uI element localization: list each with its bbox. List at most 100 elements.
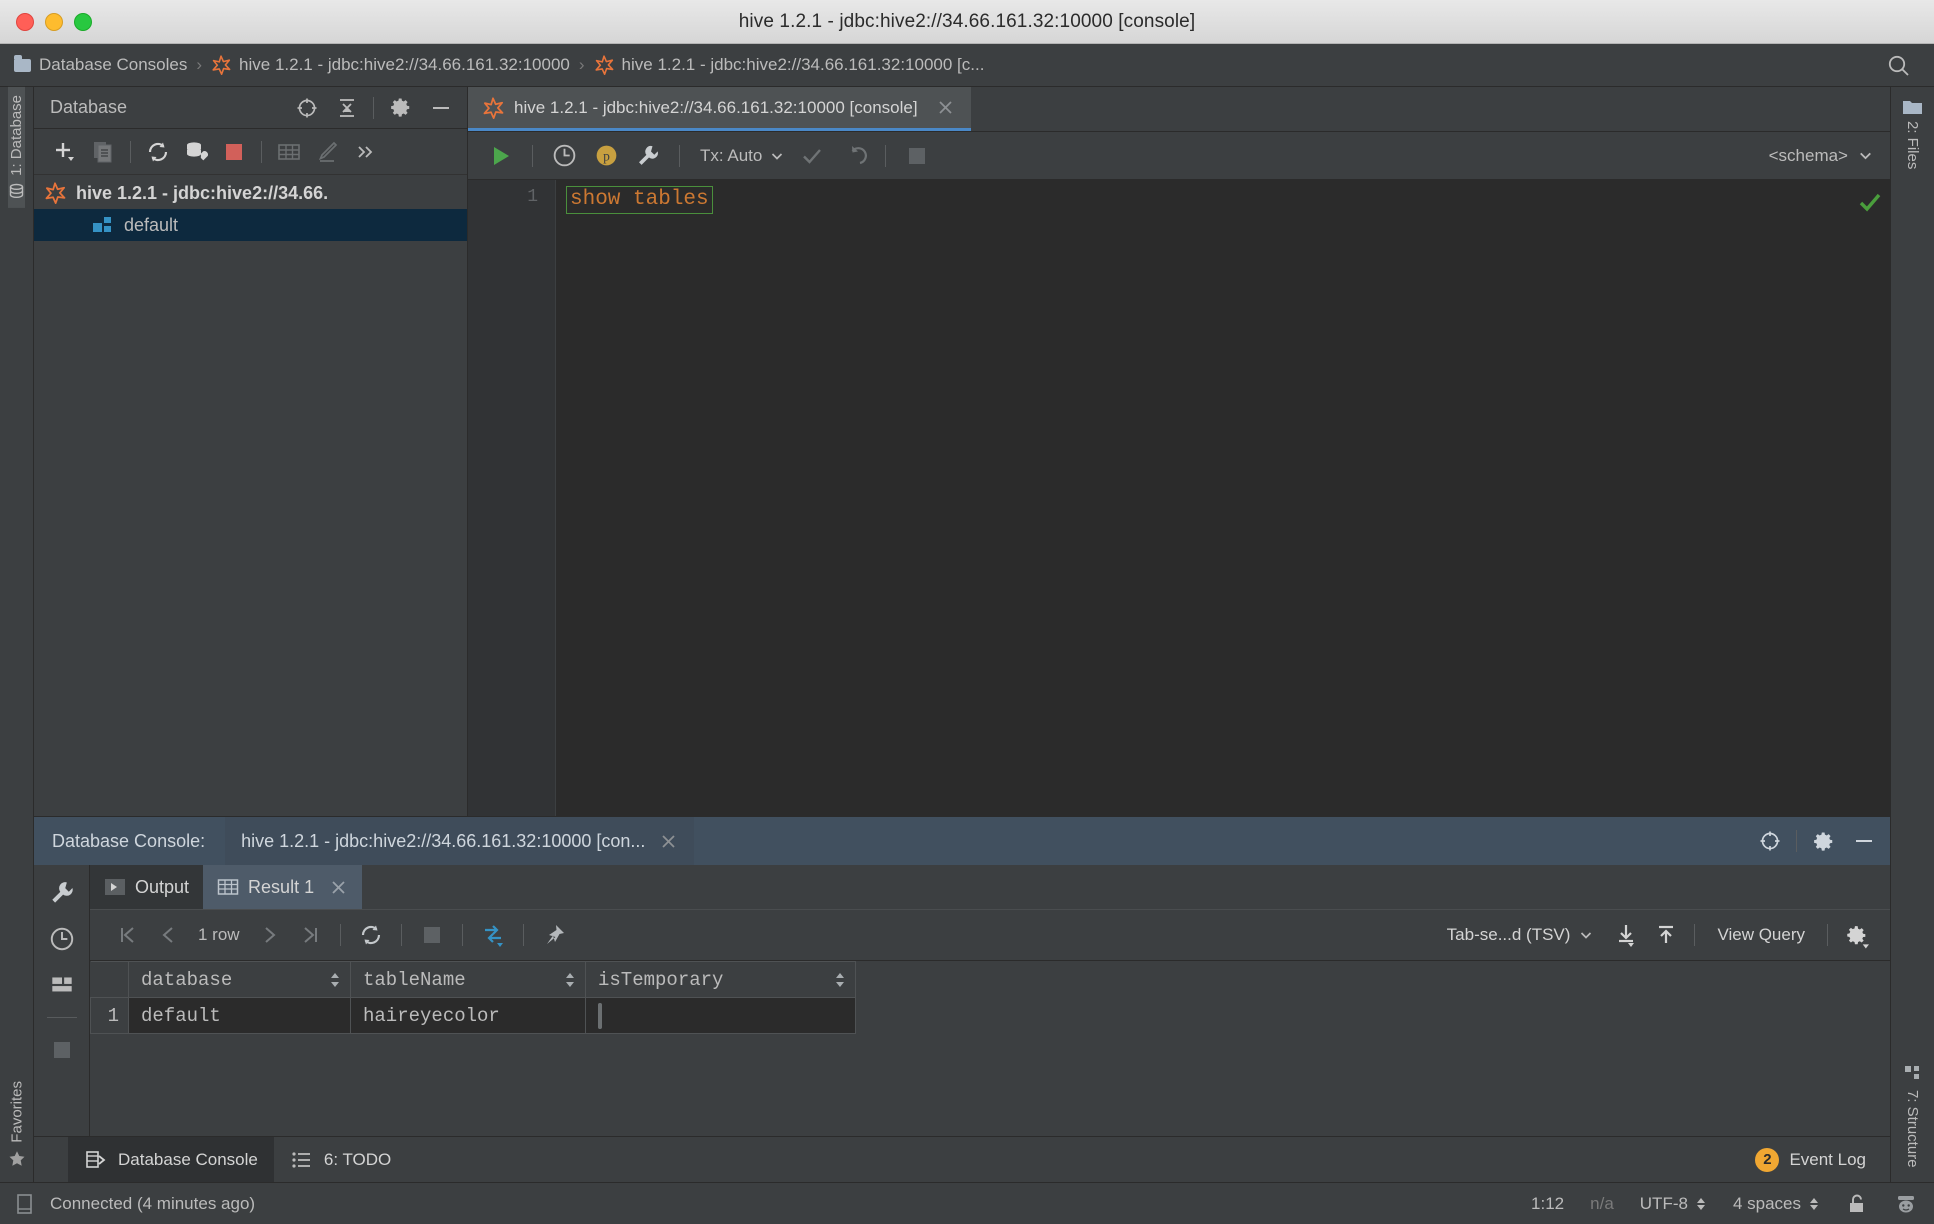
result-grid[interactable]: database tableName isTemporary 1 default… [90, 961, 1890, 1136]
console-side-toolbar [34, 865, 90, 1136]
memory-icon[interactable] [14, 1192, 36, 1216]
stop-icon [43, 1032, 81, 1068]
search-icon[interactable] [1886, 53, 1912, 79]
wrench-icon[interactable] [43, 875, 81, 911]
breadcrumb-item-connection[interactable]: hive 1.2.1 - jdbc:hive2://34.66.161.32:1… [211, 55, 570, 75]
close-icon[interactable] [329, 878, 348, 897]
sidebar-item-favorites[interactable]: Favorites [8, 1073, 26, 1176]
breadcrumb-separator: › [578, 55, 585, 74]
breadcrumb-item-database-consoles[interactable]: Database Consoles [14, 54, 187, 75]
tab-result-1[interactable]: Result 1 [203, 865, 363, 909]
tree-node-label: default [124, 214, 179, 235]
database-tree[interactable]: hive 1.2.1 - jdbc:hive2://34.66. default [34, 175, 467, 816]
sidebar-item-database[interactable]: 1: Database [8, 87, 25, 208]
cell-istemporary[interactable] [585, 997, 856, 1034]
history-icon[interactable] [543, 138, 585, 174]
gear-icon[interactable] [1836, 917, 1876, 953]
pin-icon[interactable] [534, 917, 574, 953]
hide-panel-icon[interactable] [429, 96, 453, 120]
locate-icon[interactable] [295, 96, 319, 120]
tool-button-todo[interactable]: 6: TODO [274, 1137, 407, 1183]
column-header-tablename[interactable]: tableName [350, 961, 586, 998]
line-separator[interactable]: n/a [1590, 1194, 1614, 1214]
history-icon[interactable] [43, 921, 81, 957]
refresh-icon[interactable] [139, 134, 177, 170]
settings-wrench-icon[interactable] [627, 138, 669, 174]
sidebar-item-label: 1: Database [8, 95, 25, 176]
encoding-selector[interactable]: UTF-8 [1640, 1194, 1707, 1214]
sidebar-item-files[interactable]: 2: Files [1903, 91, 1922, 177]
view-query-button[interactable]: View Query [1703, 925, 1819, 945]
schema-icon [93, 217, 111, 232]
stop-icon[interactable] [215, 134, 253, 170]
refresh-icon[interactable] [351, 917, 391, 953]
tool-button-label: Database Console [118, 1149, 258, 1169]
cell-tablename[interactable]: haireyecolor [350, 997, 586, 1034]
rollback-icon [833, 138, 875, 174]
unlocked-icon[interactable] [1846, 1192, 1868, 1216]
tool-button-database-console[interactable]: Database Console [68, 1136, 274, 1183]
tab-output[interactable]: Output [90, 865, 204, 909]
tree-node-default-schema[interactable]: default [34, 209, 467, 241]
console-panel-header: Database Console: hive 1.2.1 - jdbc:hive… [34, 817, 1890, 865]
datagrip-star-icon [212, 55, 231, 75]
gear-icon[interactable] [1811, 829, 1836, 854]
locate-icon[interactable] [1758, 829, 1782, 853]
divider [339, 924, 341, 946]
layout-icon[interactable] [43, 967, 81, 1003]
sql-statement[interactable]: show tables [566, 186, 713, 215]
line-number-gutter: 1 [468, 180, 556, 816]
schema-selector[interactable]: <schema> [1769, 146, 1874, 166]
collapse-all-icon[interactable] [335, 96, 359, 120]
close-icon[interactable] [936, 98, 955, 117]
run-icon[interactable] [480, 138, 522, 174]
caret-position[interactable]: 1:12 [1531, 1194, 1564, 1214]
more-icon[interactable] [346, 134, 384, 170]
value-navigation-icon[interactable] [473, 917, 513, 953]
console-header-tab[interactable]: hive 1.2.1 - jdbc:hive2://34.66.161.32:1… [225, 817, 695, 865]
editor-tab-label: hive 1.2.1 - jdbc:hive2://34.66.161.32:1… [514, 97, 918, 117]
export-format-dropdown[interactable]: Tab-se...d (TSV) [1447, 925, 1595, 945]
event-log-button[interactable]: 2 Event Log [1739, 1137, 1890, 1183]
table-editor-icon [270, 134, 308, 170]
checkbox-icon[interactable] [598, 1002, 602, 1029]
sort-icon[interactable] [834, 970, 846, 990]
column-header-istemporary[interactable]: isTemporary [585, 961, 856, 998]
hide-panel-icon[interactable] [1852, 829, 1876, 853]
tx-mode-dropdown[interactable]: Tx: Auto [700, 146, 785, 166]
tree-node-label: hive 1.2.1 - jdbc:hive2://34.66. [76, 182, 329, 203]
inspector-icon[interactable] [1894, 1192, 1918, 1216]
divider [400, 924, 402, 946]
table-row[interactable]: 1 default haireyecolor [90, 997, 856, 1034]
breadcrumb: Database Consoles › hive 1.2.1 - jdbc:hi… [0, 44, 1934, 87]
breadcrumb-item-console[interactable]: hive 1.2.1 - jdbc:hive2://34.66.161.32:1… [594, 55, 984, 75]
folder-icon [1903, 101, 1922, 114]
center-column: Database hive 1.2.1 - jdbc:hive2://34.66… [34, 87, 1890, 1183]
sort-icon[interactable] [329, 970, 341, 990]
add-icon[interactable] [46, 134, 84, 170]
sort-icon[interactable] [564, 970, 576, 990]
structure-icon [1904, 1066, 1919, 1080]
sidebar-item-label: Favorites [8, 1081, 25, 1143]
tree-node-connection[interactable]: hive 1.2.1 - jdbc:hive2://34.66. [34, 177, 467, 209]
import-icon[interactable] [1646, 917, 1686, 953]
updown-icon [1696, 1197, 1705, 1210]
connection-status: Connected (4 minutes ago) [50, 1193, 256, 1213]
tab-label: Result 1 [248, 876, 315, 897]
marker-gutter[interactable] [1852, 180, 1890, 816]
db-tools-icon[interactable] [177, 134, 215, 170]
divider [130, 140, 131, 163]
indent-selector[interactable]: 4 spaces [1733, 1194, 1820, 1214]
table-header-row: database tableName isTemporary [90, 961, 856, 998]
code-area[interactable]: show tables [556, 180, 1852, 816]
column-header-database[interactable]: database [128, 961, 351, 998]
gear-icon[interactable] [388, 95, 413, 120]
close-icon[interactable] [659, 832, 678, 851]
editor-tab-console[interactable]: hive 1.2.1 - jdbc:hive2://34.66.161.32:1… [468, 87, 971, 131]
cell-database[interactable]: default [128, 997, 351, 1034]
indent-label: 4 spaces [1732, 1193, 1801, 1213]
folder-icon [14, 54, 31, 72]
sidebar-item-structure[interactable]: 7: Structure [1904, 1057, 1922, 1176]
parameters-icon[interactable]: p [585, 138, 627, 174]
export-icon[interactable] [1606, 917, 1646, 953]
